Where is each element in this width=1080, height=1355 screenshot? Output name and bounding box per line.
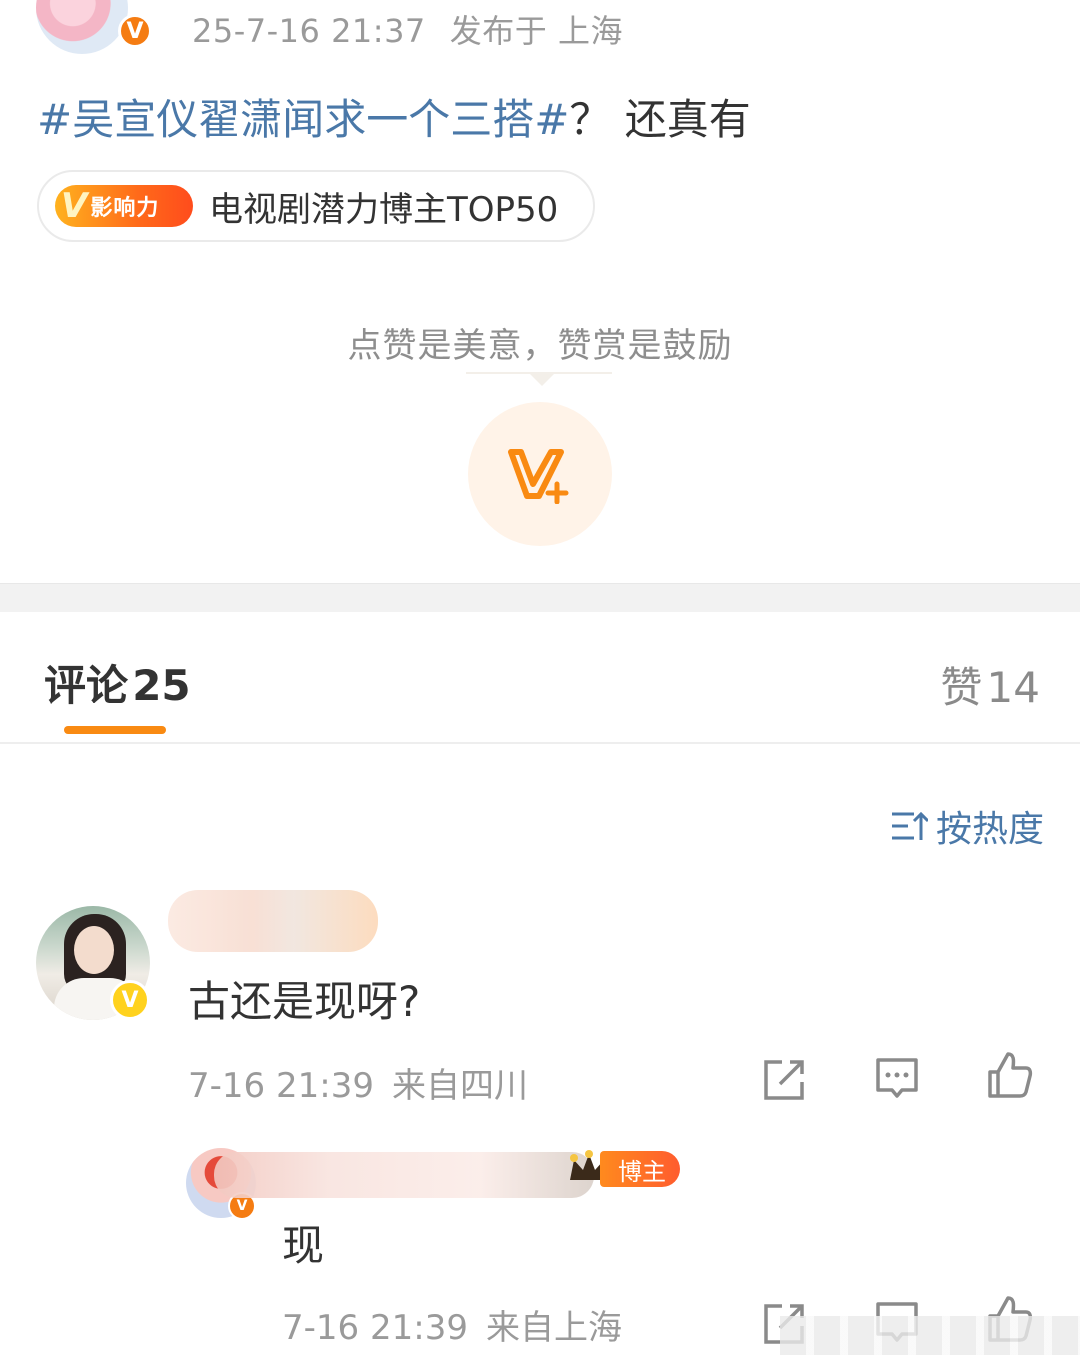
verified-icon: V (118, 14, 152, 48)
comment-text: 古还是现呀? (188, 977, 421, 1026)
reply-date: 7-16 21:39 (282, 1308, 468, 1348)
v-logo-icon: V (61, 186, 89, 226)
sort-icon (891, 811, 928, 840)
reply-location: 来自上海 (485, 1308, 622, 1348)
reply-text: 现 (282, 1221, 325, 1270)
post-body-text: ？ 还真有 (569, 95, 751, 144)
sort-button[interactable]: 按热度 (890, 800, 1044, 852)
post-meta: 25-7-16 21:37 发布于 上海 (192, 6, 623, 52)
blogger-tag: 博主 (566, 1150, 680, 1188)
author-avatar[interactable] (36, 0, 128, 54)
post-text: #吴宣仪翟潇闻求一个三搭#？ 还真有 (37, 86, 751, 147)
obscured-username (168, 890, 378, 952)
obscured-username (214, 1152, 594, 1198)
reward-button[interactable] (468, 402, 612, 546)
share-icon[interactable] (760, 1054, 810, 1104)
comment-date: 7-16 21:39 (188, 1066, 374, 1106)
hashtag-link[interactable]: #吴宣仪翟潇闻求一个三搭# (37, 95, 569, 144)
influence-title: 电视剧潜力博主TOP50 (209, 189, 559, 230)
reward-label: 点赞是美意，赞赏是鼓励 (347, 326, 733, 366)
active-tab-indicator (64, 726, 166, 734)
comment-meta: 7-16 21:39 来自四川 (188, 1058, 528, 1107)
post-date: 25-7-16 21:37 (192, 12, 426, 50)
blogger-badge: 博主 (600, 1151, 680, 1187)
section-divider (0, 583, 1080, 612)
comment-location: 来自四川 (391, 1066, 528, 1106)
reward-icon (508, 449, 569, 504)
sort-label: 按热度 (935, 809, 1044, 850)
tab-likes[interactable]: 赞 14 (940, 654, 1040, 715)
reward-notch (528, 372, 556, 386)
thumbs-up-icon[interactable] (984, 1050, 1034, 1100)
tab-comments-label: 评论 (44, 661, 129, 710)
tab-likes-count: 14 (986, 663, 1040, 712)
influence-pill: V 影响力 (55, 185, 193, 227)
comment-icon[interactable] (872, 1054, 922, 1104)
tab-likes-label: 赞 (940, 663, 983, 712)
tab-bar-border (0, 742, 1080, 744)
tab-comments-count: 25 (132, 661, 191, 710)
verified-icon: V (110, 980, 150, 1020)
tab-comments[interactable]: 评论 25 (44, 652, 191, 713)
reply-meta: 7-16 21:39 来自上海 (282, 1300, 622, 1349)
watermark-overlay (780, 1316, 1080, 1355)
influence-pill-label: 影响力 (90, 196, 160, 221)
post-location: 发布于 上海 (449, 12, 623, 50)
influence-badge[interactable]: V 影响力 电视剧潜力博主TOP50 (37, 170, 595, 242)
